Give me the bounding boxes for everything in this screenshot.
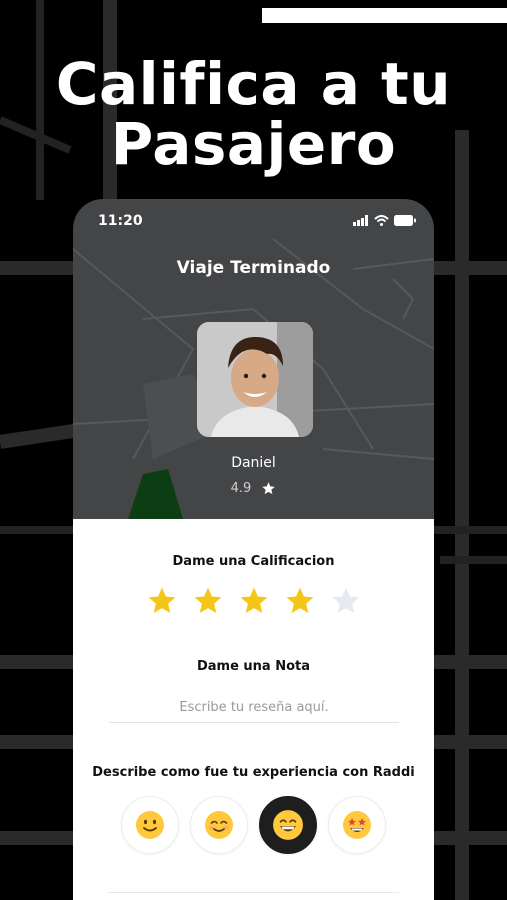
headline-line-1: Califica a tu [55, 50, 452, 118]
top-progress-bar [262, 8, 507, 23]
status-time: 11:20 [98, 213, 143, 229]
status-icons [353, 215, 416, 226]
experience-label: Describe como fue tu experiencia con Rad… [92, 765, 415, 780]
signal-icon [353, 215, 368, 226]
headline-line-2: Pasajero [110, 110, 397, 178]
passenger-avatar [197, 322, 313, 437]
passenger-rating-value: 4.9 [230, 481, 252, 496]
experience-options [73, 796, 434, 854]
passenger-rating: 4.9 [73, 481, 434, 496]
experience-option-2[interactable] [190, 796, 248, 854]
passenger-name: Daniel [231, 455, 276, 471]
star-struck-face-icon [343, 811, 371, 839]
review-input[interactable] [109, 693, 399, 723]
experience-option-3[interactable] [259, 796, 317, 854]
star-2-icon[interactable] [192, 585, 224, 617]
rating-sheet: Dame una Calificacion Dame una Nota Desc… [73, 519, 434, 900]
experience-option-4[interactable] [328, 796, 386, 854]
star-3-icon[interactable] [238, 585, 270, 617]
star-4-icon[interactable] [284, 585, 316, 617]
bottom-divider [109, 892, 399, 893]
trip-finished-title: Viaje Terminado [176, 258, 331, 278]
wifi-icon [374, 215, 389, 226]
battery-icon [394, 215, 416, 226]
slightly-smiling-face-icon [136, 811, 164, 839]
phone-screen: 11:20 Viaje Terminado Daniel 4.9 Dame un… [73, 199, 434, 900]
headline: Califica a tu Pasajero [0, 54, 507, 174]
star-rating[interactable] [73, 585, 434, 617]
grinning-face-icon [273, 810, 303, 840]
smiling-relaxed-face-icon [205, 811, 233, 839]
note-label: Dame una Nota [196, 659, 311, 674]
star-icon [262, 482, 276, 495]
experience-option-1[interactable] [121, 796, 179, 854]
rating-label: Dame una Calificacion [172, 554, 335, 569]
star-1-icon[interactable] [146, 585, 178, 617]
star-5-icon[interactable] [330, 585, 362, 617]
